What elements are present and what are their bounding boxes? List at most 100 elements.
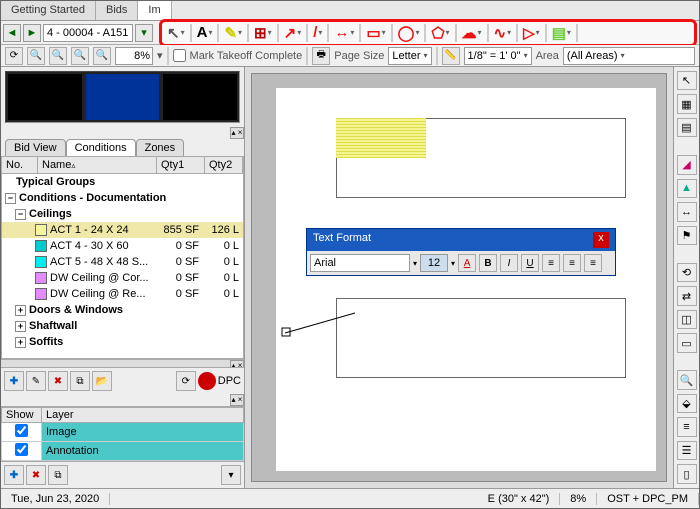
tree-group[interactable]: +Shaftwall <box>2 318 243 334</box>
measure-tool-icon[interactable]: ◢ <box>677 155 697 174</box>
delete-button[interactable]: ✖ <box>48 371 68 391</box>
tree-group[interactable]: +Doors & Windows <box>2 302 243 318</box>
nav-prev-button[interactable]: ◄ <box>3 24 21 42</box>
tab-conditions[interactable]: Conditions <box>66 139 136 156</box>
refresh-button[interactable]: ⟳ <box>5 47 23 65</box>
add-layer-button[interactable]: ✚ <box>4 465 24 485</box>
align-center-button[interactable]: ≡ <box>563 254 581 272</box>
thumbnail[interactable] <box>163 74 237 120</box>
col-qty2[interactable]: Qty2 <box>205 157 243 173</box>
line-tool[interactable]: /▾ <box>312 23 323 42</box>
tab-bid-view[interactable]: Bid View <box>5 139 66 156</box>
collapse-icon[interactable]: − <box>15 209 26 220</box>
tree-condition-row[interactable]: ACT 4 - 30 X 600 SF0 L <box>2 238 243 254</box>
align-right-button[interactable]: ≡ <box>584 254 602 272</box>
italic-button[interactable]: I <box>500 254 518 272</box>
layer-row[interactable]: Annotation <box>2 442 244 461</box>
tab-bids[interactable]: Bids <box>96 1 138 20</box>
font-family-input[interactable] <box>310 254 410 272</box>
highlighter-tool[interactable]: ✎▾ <box>223 23 243 43</box>
collapse-layers-button[interactable]: ▴ × <box>230 394 244 406</box>
copy-button[interactable]: ⧉ <box>70 371 90 391</box>
thumbnail[interactable] <box>8 74 82 120</box>
menu-icon[interactable]: ☰ <box>677 441 697 460</box>
crop-icon[interactable]: ◫ <box>677 310 697 329</box>
align-left-button[interactable]: ≡ <box>542 254 560 272</box>
tab-image[interactable]: Im <box>138 1 171 20</box>
collapse-icon[interactable]: − <box>5 193 16 204</box>
font-color-button[interactable]: A <box>458 254 476 272</box>
tree-condition-row[interactable]: ACT 5 - 48 X 48 S...0 SF0 L <box>2 254 243 270</box>
page-icon[interactable]: ▯ <box>677 464 697 483</box>
tree-group[interactable]: Typical Groups <box>2 174 243 190</box>
zoom-in-button[interactable]: 🔍 <box>49 47 67 65</box>
zoom-input[interactable] <box>115 47 153 65</box>
nav-next-button[interactable]: ► <box>23 24 41 42</box>
note-tool[interactable]: ▤▾ <box>551 23 572 43</box>
delete-layer-button[interactable]: ✖ <box>26 465 46 485</box>
print-button[interactable]: 🖶 <box>312 47 330 65</box>
bold-button[interactable]: B <box>479 254 497 272</box>
layer-visibility-checkbox[interactable] <box>15 443 28 456</box>
ruler-button[interactable]: 📏 <box>442 47 460 65</box>
expand-icon[interactable]: + <box>15 321 26 332</box>
count-tool-icon[interactable]: ▲ <box>677 179 697 198</box>
cursor-icon[interactable]: ↖ <box>677 71 697 90</box>
close-button[interactable]: x <box>593 232 609 248</box>
tree-condition-row[interactable]: DW Ceiling @ Re...0 SF0 L <box>2 286 243 302</box>
list-icon[interactable]: ≡ <box>677 417 697 436</box>
arrow-tool[interactable]: ↗▾ <box>283 23 303 43</box>
expand-icon[interactable]: + <box>15 337 26 348</box>
dimension-tool[interactable]: ↔▾ <box>333 23 355 42</box>
col-layer[interactable]: Layer <box>42 408 244 423</box>
scale-dropdown[interactable]: 1/8" = 1' 0"▾ <box>464 47 532 65</box>
tab-zones[interactable]: Zones <box>136 139 185 156</box>
takeoff-highlight[interactable] <box>336 118 426 158</box>
area-dropdown[interactable]: (All Areas)▾ <box>563 47 695 65</box>
tree-group[interactable]: −Ceilings <box>2 206 243 222</box>
select-icon[interactable]: ▭ <box>677 333 697 352</box>
copy-layer-button[interactable]: ⧉ <box>48 465 68 485</box>
page-size-dropdown[interactable]: Letter▾ <box>388 47 431 65</box>
zoom-icon[interactable]: 🔍 <box>677 370 697 389</box>
col-no[interactable]: No. <box>2 157 38 173</box>
dialog-titlebar[interactable]: Text Format x <box>307 229 615 251</box>
tree-condition-row[interactable]: ACT 1 - 24 X 24855 SF126 L <box>2 222 243 238</box>
tab-getting-started[interactable]: Getting Started <box>1 1 96 20</box>
flip-icon[interactable]: ⇄ <box>677 286 697 305</box>
zoom-out-button[interactable]: 🔍 <box>27 47 45 65</box>
col-show[interactable]: Show <box>2 408 42 423</box>
play-tool[interactable]: ▷▾ <box>522 23 541 43</box>
mark-takeoff-checkbox[interactable] <box>173 49 186 62</box>
rectangle-tool[interactable]: ▭▾ <box>365 23 386 43</box>
text-tool[interactable]: A▾ <box>196 23 214 42</box>
dimension-annotation[interactable] <box>280 308 360 338</box>
cloud-tool[interactable]: ☁▾ <box>461 23 483 43</box>
layer-options-button[interactable]: ▾ <box>221 465 241 485</box>
edit-button[interactable]: ✎ <box>26 371 46 391</box>
freehand-tool[interactable]: ∿▾ <box>493 23 513 43</box>
expand-icon[interactable]: + <box>15 305 26 316</box>
zoom-extent-button[interactable]: 🔍 <box>93 47 111 65</box>
layer-row[interactable]: Image <box>2 423 244 442</box>
flag-icon[interactable]: ⚑ <box>677 226 697 245</box>
thumbnail[interactable] <box>86 74 160 120</box>
tree-group[interactable]: +Soffits <box>2 334 243 350</box>
open-folder-button[interactable]: 📂 <box>92 371 112 391</box>
add-button[interactable]: ✚ <box>4 371 24 391</box>
drawing-canvas[interactable]: Text Format x ▾ ▾ A B I U ≡ ≡ ≡ <box>251 73 667 482</box>
cursor-tool[interactable]: ↖▾ <box>166 23 186 43</box>
named-part-tool[interactable]: ⊞▾ <box>253 23 273 43</box>
polygon-tool[interactable]: ⬠▾ <box>430 23 450 43</box>
underline-button[interactable]: U <box>521 254 539 272</box>
font-size-input[interactable] <box>420 254 448 272</box>
nav-dropdown-button[interactable]: ▾ <box>135 24 153 42</box>
reload-button[interactable]: ⟳ <box>176 371 196 391</box>
layer-visibility-checkbox[interactable] <box>15 424 28 437</box>
rotate-icon[interactable]: ⟲ <box>677 263 697 282</box>
tree-condition-row[interactable]: DW Ceiling @ Cor...0 SF0 L <box>2 270 243 286</box>
line-tool-icon[interactable]: ↔ <box>677 202 697 221</box>
col-name[interactable]: Name ▵ <box>38 157 157 173</box>
collapse-thumb-button[interactable]: ▴ × <box>230 127 244 139</box>
zoom-fit-button[interactable]: 🔍 <box>71 47 89 65</box>
